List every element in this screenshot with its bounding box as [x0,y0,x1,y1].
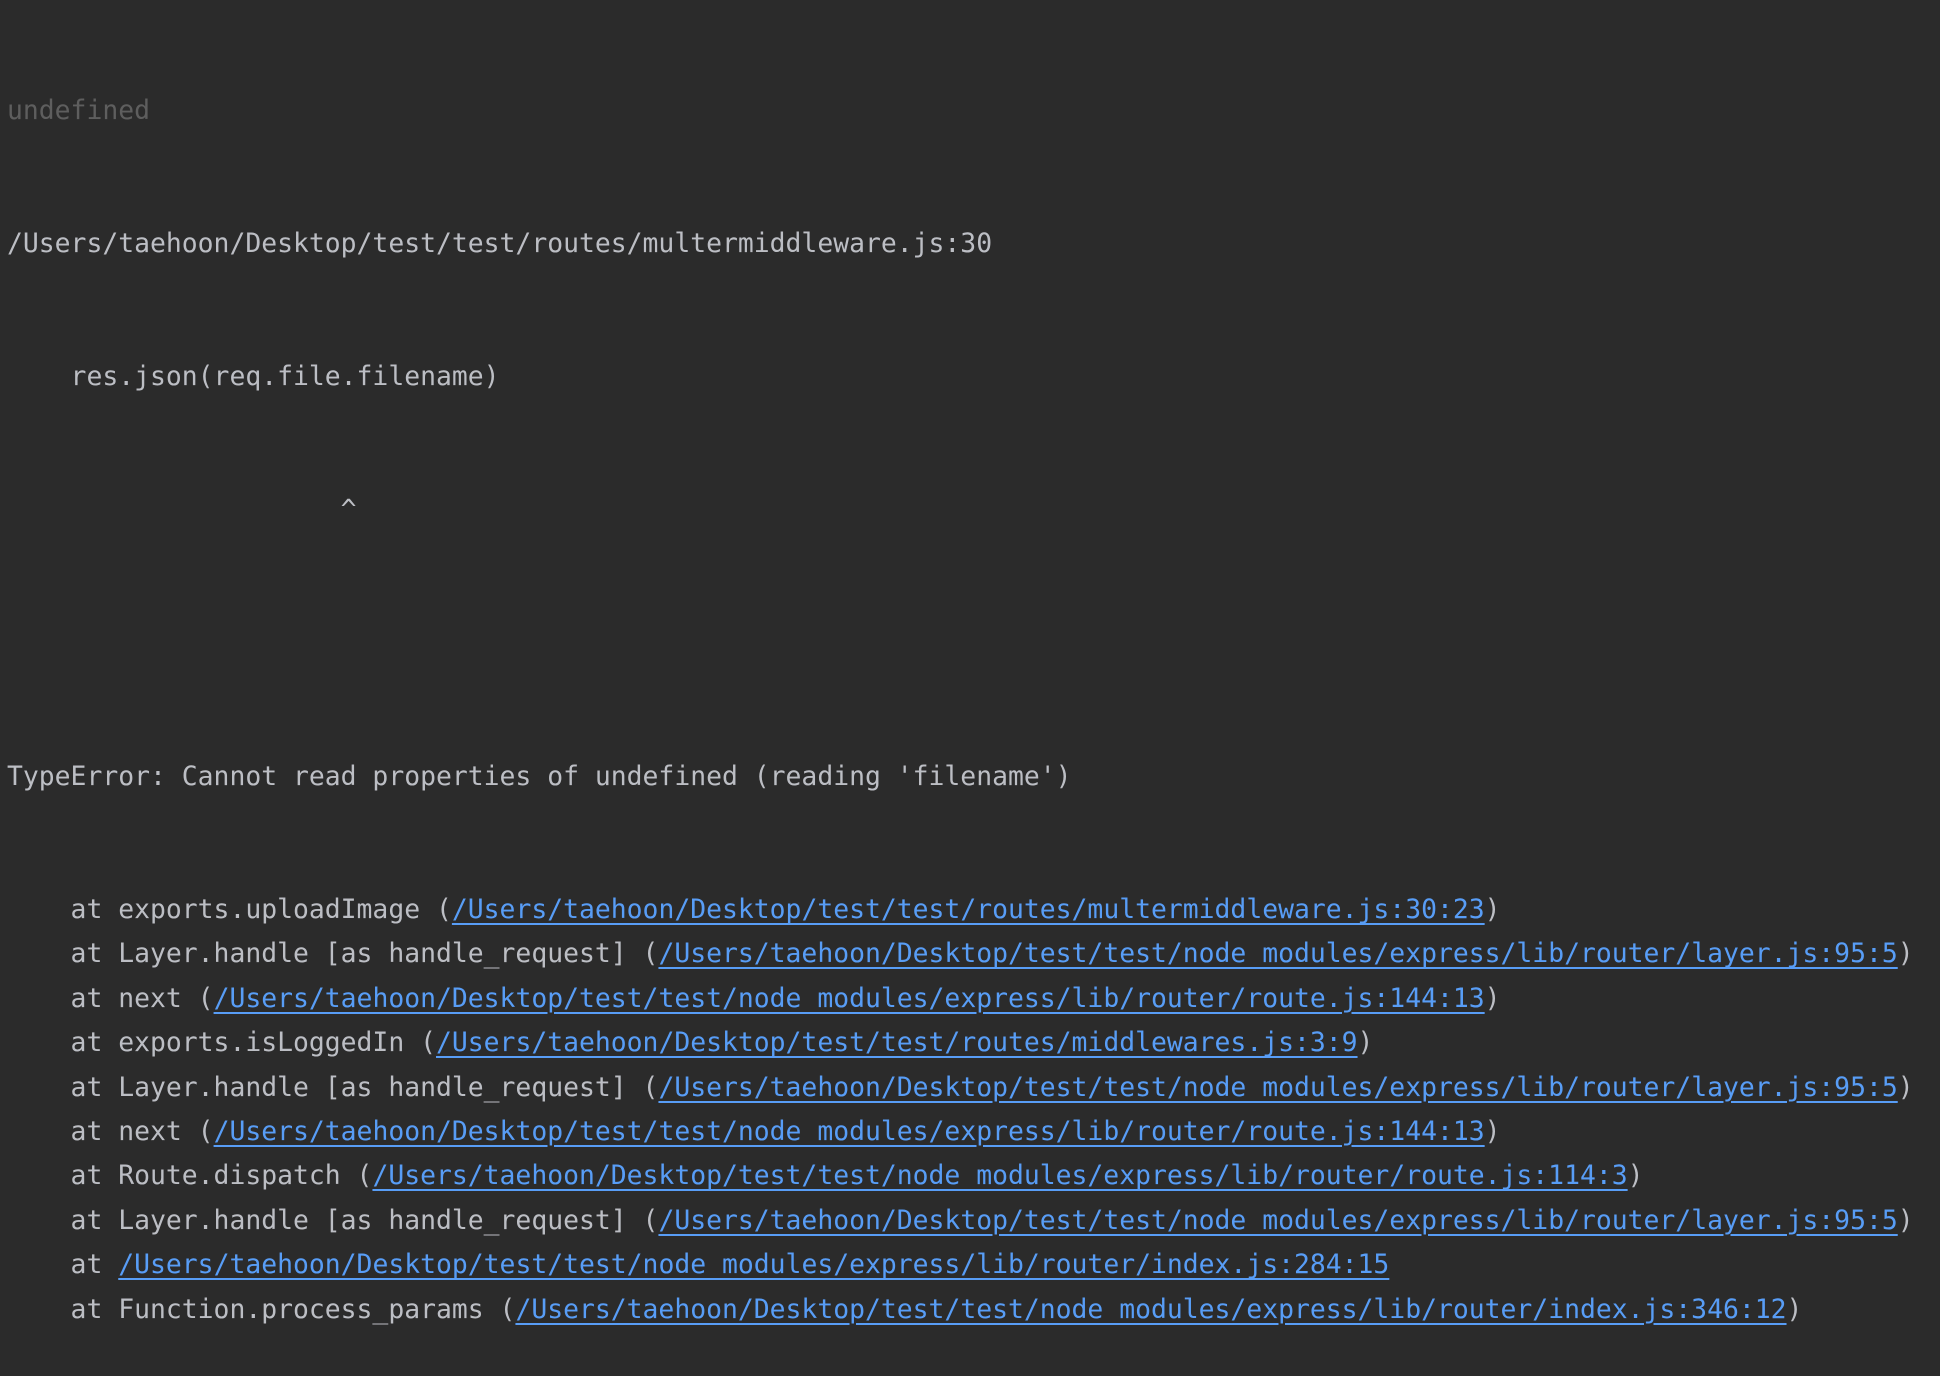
error-source-location: /Users/taehoon/Desktop/test/test/routes/… [7,228,993,260]
stack-frame-file-link[interactable]: /Users/taehoon/Desktop/test/test/node_mo… [658,1205,1897,1236]
stack-frame-suffix: ) [1357,1027,1374,1059]
undefined-log: undefined [7,94,150,126]
stack-frame-file-link[interactable]: /Users/taehoon/Desktop/test/test/node_mo… [118,1249,1389,1280]
stack-frame-prefix: at [7,1249,119,1281]
stack-frame-file-link[interactable]: /Users/taehoon/Desktop/test/test/routes/… [436,1027,1358,1058]
stack-frame-file-link[interactable]: /Users/taehoon/Desktop/test/test/node_mo… [214,983,1485,1014]
stack-frame: at Route.dispatch (/Users/taehoon/Deskto… [7,1154,1940,1198]
stack-frame-prefix: at Function.process_params ( [7,1293,516,1325]
stack-frame: at next (/Users/taehoon/Desktop/test/tes… [7,1110,1940,1154]
stack-frame: at Function.process_params (/Users/taeho… [7,1288,1940,1332]
stack-trace: at exports.uploadImage (/Users/taehoon/D… [7,888,1940,1332]
stack-frame-suffix: ) [1627,1160,1644,1192]
stack-frame-prefix: at exports.isLoggedIn ( [7,1027,436,1059]
stack-frame: at exports.uploadImage (/Users/taehoon/D… [7,888,1940,932]
stack-frame-file-link[interactable]: /Users/taehoon/Desktop/test/test/node_mo… [372,1160,1627,1191]
stack-frame: at /Users/taehoon/Desktop/test/test/node… [7,1243,1940,1287]
stack-frame: at exports.isLoggedIn (/Users/taehoon/De… [7,1021,1940,1065]
stack-frame-suffix: ) [1897,1071,1914,1103]
stack-frame-prefix: at Layer.handle [as handle_request] ( [7,1071,659,1103]
stack-frame-prefix: at next ( [7,982,214,1014]
stack-frame-suffix: ) [1484,982,1501,1014]
stack-frame-prefix: at Layer.handle [as handle_request] ( [7,1204,659,1236]
stack-frame-prefix: at Route.dispatch ( [7,1160,373,1192]
error-message: TypeError: Cannot read properties of und… [7,760,1072,792]
stack-frame-file-link[interactable]: /Users/taehoon/Desktop/test/test/routes/… [452,894,1485,925]
stack-frame-prefix: at exports.uploadImage ( [7,894,452,926]
stack-frame-file-link[interactable]: /Users/taehoon/Desktop/test/test/node_mo… [515,1294,1786,1325]
console-output: undefined /Users/taehoon/Desktop/test/te… [0,0,1940,1376]
stack-frame: at Layer.handle [as handle_request] (/Us… [7,1199,1940,1243]
stack-frame-suffix: ) [1484,1115,1501,1147]
stack-frame-file-link[interactable]: /Users/taehoon/Desktop/test/test/node_mo… [658,938,1897,969]
error-source-code: res.json(req.file.filename) [7,361,500,393]
stack-frame-suffix: ) [1786,1293,1803,1325]
stack-frame-prefix: at next ( [7,1115,214,1147]
stack-frame-file-link[interactable]: /Users/taehoon/Desktop/test/test/node_mo… [214,1116,1485,1147]
stack-frame: at Layer.handle [as handle_request] (/Us… [7,932,1940,976]
stack-frame-suffix: ) [1484,894,1501,926]
stack-frame: at next (/Users/taehoon/Desktop/test/tes… [7,977,1940,1021]
stack-frame-prefix: at Layer.handle [as handle_request] ( [7,938,659,970]
stack-frame-file-link[interactable]: /Users/taehoon/Desktop/test/test/node_mo… [658,1072,1897,1103]
stack-frame: at Layer.handle [as handle_request] (/Us… [7,1066,1940,1110]
stack-frame-suffix: ) [1897,1204,1914,1236]
error-caret: ^ [7,494,357,526]
stack-frame-suffix: ) [1897,938,1914,970]
